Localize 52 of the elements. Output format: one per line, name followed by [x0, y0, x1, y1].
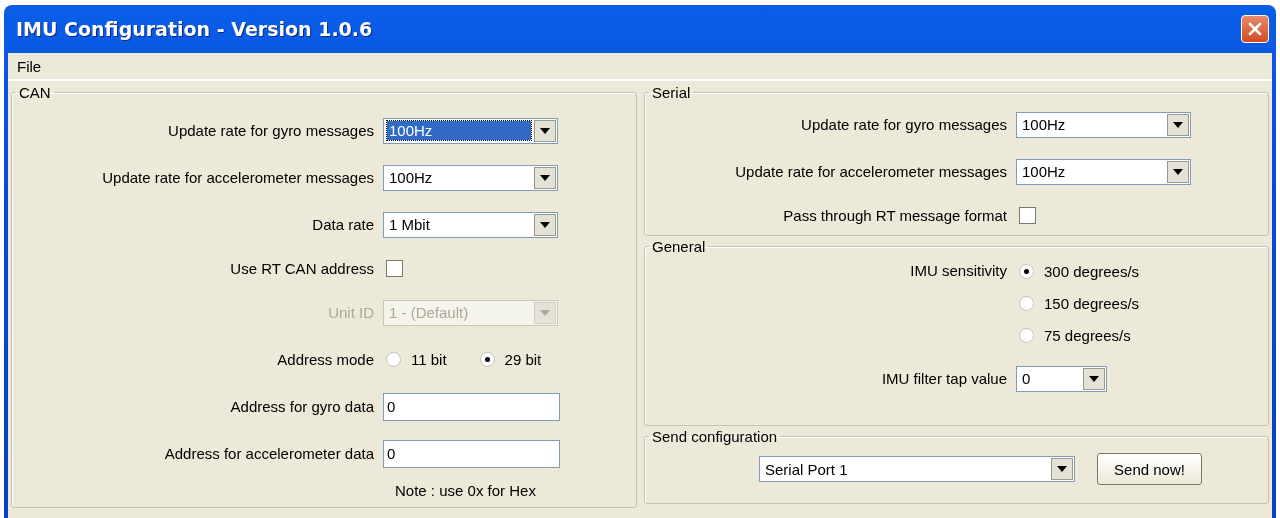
- radio-label: 29 bit: [504, 351, 542, 368]
- caret-icon: [1167, 160, 1189, 183]
- dropdown[interactable]: Serial Port 1: [759, 456, 1075, 482]
- dropdown[interactable]: 0: [1016, 365, 1107, 392]
- hint-text: Note : use 0x for Hex: [394, 481, 536, 499]
- field-label: Update rate for accelerometer messages: [734, 163, 1007, 180]
- checkbox[interactable]: [386, 260, 403, 277]
- menu-item[interactable]: File: [14, 57, 45, 75]
- field-label: Update rate for gyro messages: [167, 122, 374, 139]
- caret-icon: [1051, 458, 1073, 480]
- dropdown[interactable]: 1 Mbit: [383, 211, 558, 238]
- field-label: IMU sensitivity: [909, 261, 1007, 281]
- radio-label: 150 degrees/s: [1044, 294, 1140, 312]
- close-icon: [1248, 22, 1262, 36]
- radio-button[interactable]: [1019, 263, 1034, 279]
- radio-button[interactable]: [386, 352, 401, 367]
- group-title: CAN: [18, 84, 52, 101]
- caret-icon: [1083, 367, 1105, 390]
- group-title: General: [651, 238, 707, 255]
- caret-icon: [534, 301, 556, 324]
- dropdown[interactable]: 100Hz: [1016, 158, 1191, 185]
- field-label: Pass through RT message format: [782, 207, 1007, 224]
- dropdown[interactable]: 100Hz: [1016, 111, 1191, 138]
- text-field[interactable]: 0: [383, 392, 560, 421]
- field-label: Update rate for accelerometer messages: [101, 169, 374, 186]
- group-title: Send configuration: [651, 428, 779, 445]
- field-label: Address for accelerometer data: [163, 445, 374, 462]
- field-label: Unit ID: [327, 304, 374, 321]
- caret-icon: [534, 166, 556, 189]
- caret-icon: [1167, 113, 1189, 136]
- dropdown[interactable]: 100Hz: [383, 117, 558, 144]
- field-label: Use RT CAN address: [229, 260, 374, 277]
- field-label: Update rate for gyro messages: [800, 116, 1007, 133]
- field-label: Data rate: [311, 216, 374, 233]
- radio-button[interactable]: [1019, 295, 1034, 311]
- field-label: Address mode: [276, 351, 374, 368]
- caret-icon: [534, 119, 556, 142]
- send-button[interactable]: Send now!: [1097, 453, 1202, 485]
- field-label: Address for gyro data: [229, 398, 374, 415]
- radio-label: 75 degrees/s: [1044, 326, 1131, 344]
- radio-button[interactable]: [479, 352, 495, 367]
- checkbox[interactable]: [1019, 207, 1036, 224]
- window-title: IMU Configuration - Version 1.0.6: [16, 18, 373, 40]
- radio-button[interactable]: [1019, 327, 1034, 343]
- field-label: IMU filter tap value: [880, 370, 1007, 387]
- radio-label: 11 bit: [411, 351, 447, 368]
- dropdown[interactable]: 100Hz: [383, 164, 558, 191]
- radio-label: 300 degrees/s: [1044, 262, 1140, 280]
- close-button[interactable]: [1241, 15, 1269, 43]
- text-field[interactable]: 0: [383, 439, 560, 468]
- caret-icon: [534, 213, 556, 236]
- group-title: Serial: [651, 84, 692, 101]
